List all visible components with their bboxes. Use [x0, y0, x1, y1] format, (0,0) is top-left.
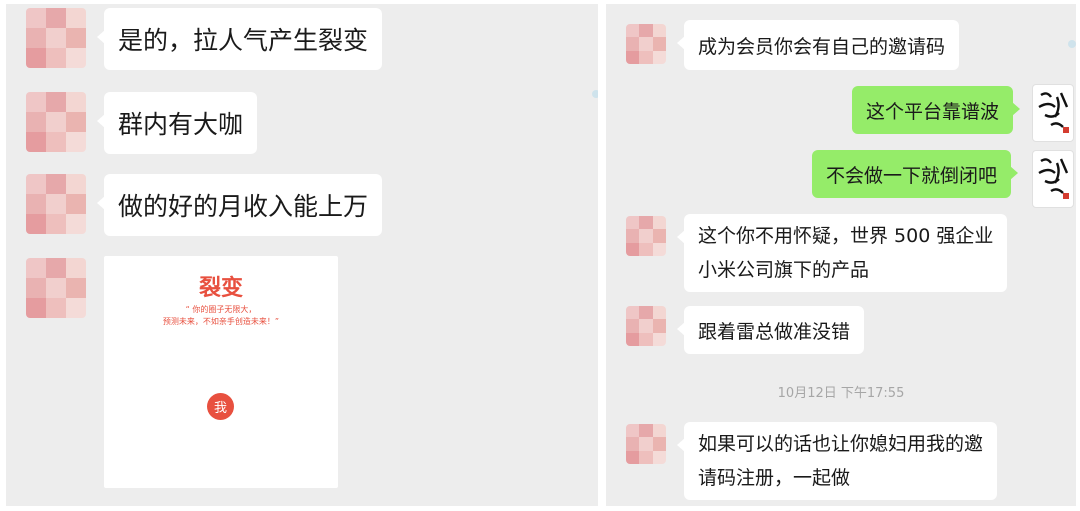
- message-bubble[interactable]: 是的，拉人气产生裂变: [96, 8, 383, 70]
- poster-quote-line: “ 你的圈子无限大，: [185, 305, 257, 314]
- left-chat-panel: 是的，拉人气产生裂变 群内有大咖 做的好的月收入能上万 裂变 “ 你的圈子无限大…: [6, 4, 598, 506]
- contact-avatar[interactable]: [26, 92, 86, 152]
- poster-badge: 我: [207, 393, 234, 420]
- poster-image-message[interactable]: 裂变 “ 你的圈子无限大， 预测未来，不如亲手创造未来！” 我: [104, 256, 338, 488]
- poster-title: 裂变: [198, 275, 243, 301]
- message-text-line: 小米公司旗下的产品: [698, 259, 870, 281]
- message-text: 这个平台靠谱波: [866, 100, 1000, 123]
- message-bubble[interactable]: 如果可以的话也让你媳妇用我的邀 请码注册，一起做: [676, 422, 998, 500]
- message-bubble[interactable]: 这个你不用怀疑，世界 500 强企业 小米公司旗下的产品: [676, 214, 1008, 292]
- message-text: 是的，拉人气产生裂变: [118, 26, 369, 55]
- message-bubble[interactable]: 跟着雷总做准没错: [676, 306, 865, 354]
- message-text: 跟着雷总做准没错: [698, 320, 851, 343]
- edge-dot-icon: [1068, 40, 1076, 48]
- message-text-line: 请码注册，一起做: [698, 467, 851, 489]
- message-bubble[interactable]: 群内有大咖: [96, 92, 258, 154]
- sent-message-bubble[interactable]: 这个平台靠谱波: [852, 86, 1021, 134]
- contact-avatar[interactable]: [26, 258, 86, 318]
- poster-quote-line: 预测未来，不如亲手创造未来！”: [162, 317, 280, 326]
- message-text-line: 如果可以的话也让你媳妇用我的邀: [698, 433, 984, 455]
- contact-avatar[interactable]: [626, 424, 666, 464]
- contact-avatar[interactable]: [626, 306, 666, 346]
- contact-avatar[interactable]: [626, 24, 666, 64]
- contact-avatar[interactable]: [626, 216, 666, 256]
- message-text: 不会做一下就倒闭吧: [826, 164, 998, 187]
- edge-dot-icon: [592, 90, 598, 98]
- poster-quote: “ 你的圈子无限大， 预测未来，不如亲手创造未来！”: [104, 304, 338, 328]
- contact-avatar[interactable]: [26, 8, 86, 68]
- calligraphy-avatar-icon: [1038, 158, 1069, 199]
- my-avatar[interactable]: [1032, 150, 1074, 208]
- message-text-line: 这个你不用怀疑，世界 500 强企业: [698, 225, 994, 247]
- right-chat-panel: 成为会员你会有自己的邀请码 这个平台靠谱波 不会做一下就倒闭吧 这个你不用怀疑，…: [606, 4, 1076, 506]
- message-bubble[interactable]: 做的好的月收入能上万: [96, 174, 383, 236]
- message-text: 成为会员你会有自己的邀请码: [698, 35, 946, 58]
- message-bubble[interactable]: 成为会员你会有自己的邀请码: [676, 20, 960, 70]
- contact-avatar[interactable]: [26, 174, 86, 234]
- calligraphy-avatar-icon: [1038, 92, 1069, 133]
- chat-timestamp: 10月12日 下午17:55: [777, 386, 905, 401]
- my-avatar[interactable]: [1032, 84, 1074, 142]
- message-text: 做的好的月收入能上万: [118, 192, 369, 221]
- sent-message-bubble[interactable]: 不会做一下就倒闭吧: [812, 150, 1019, 198]
- message-text: 群内有大咖: [118, 110, 244, 139]
